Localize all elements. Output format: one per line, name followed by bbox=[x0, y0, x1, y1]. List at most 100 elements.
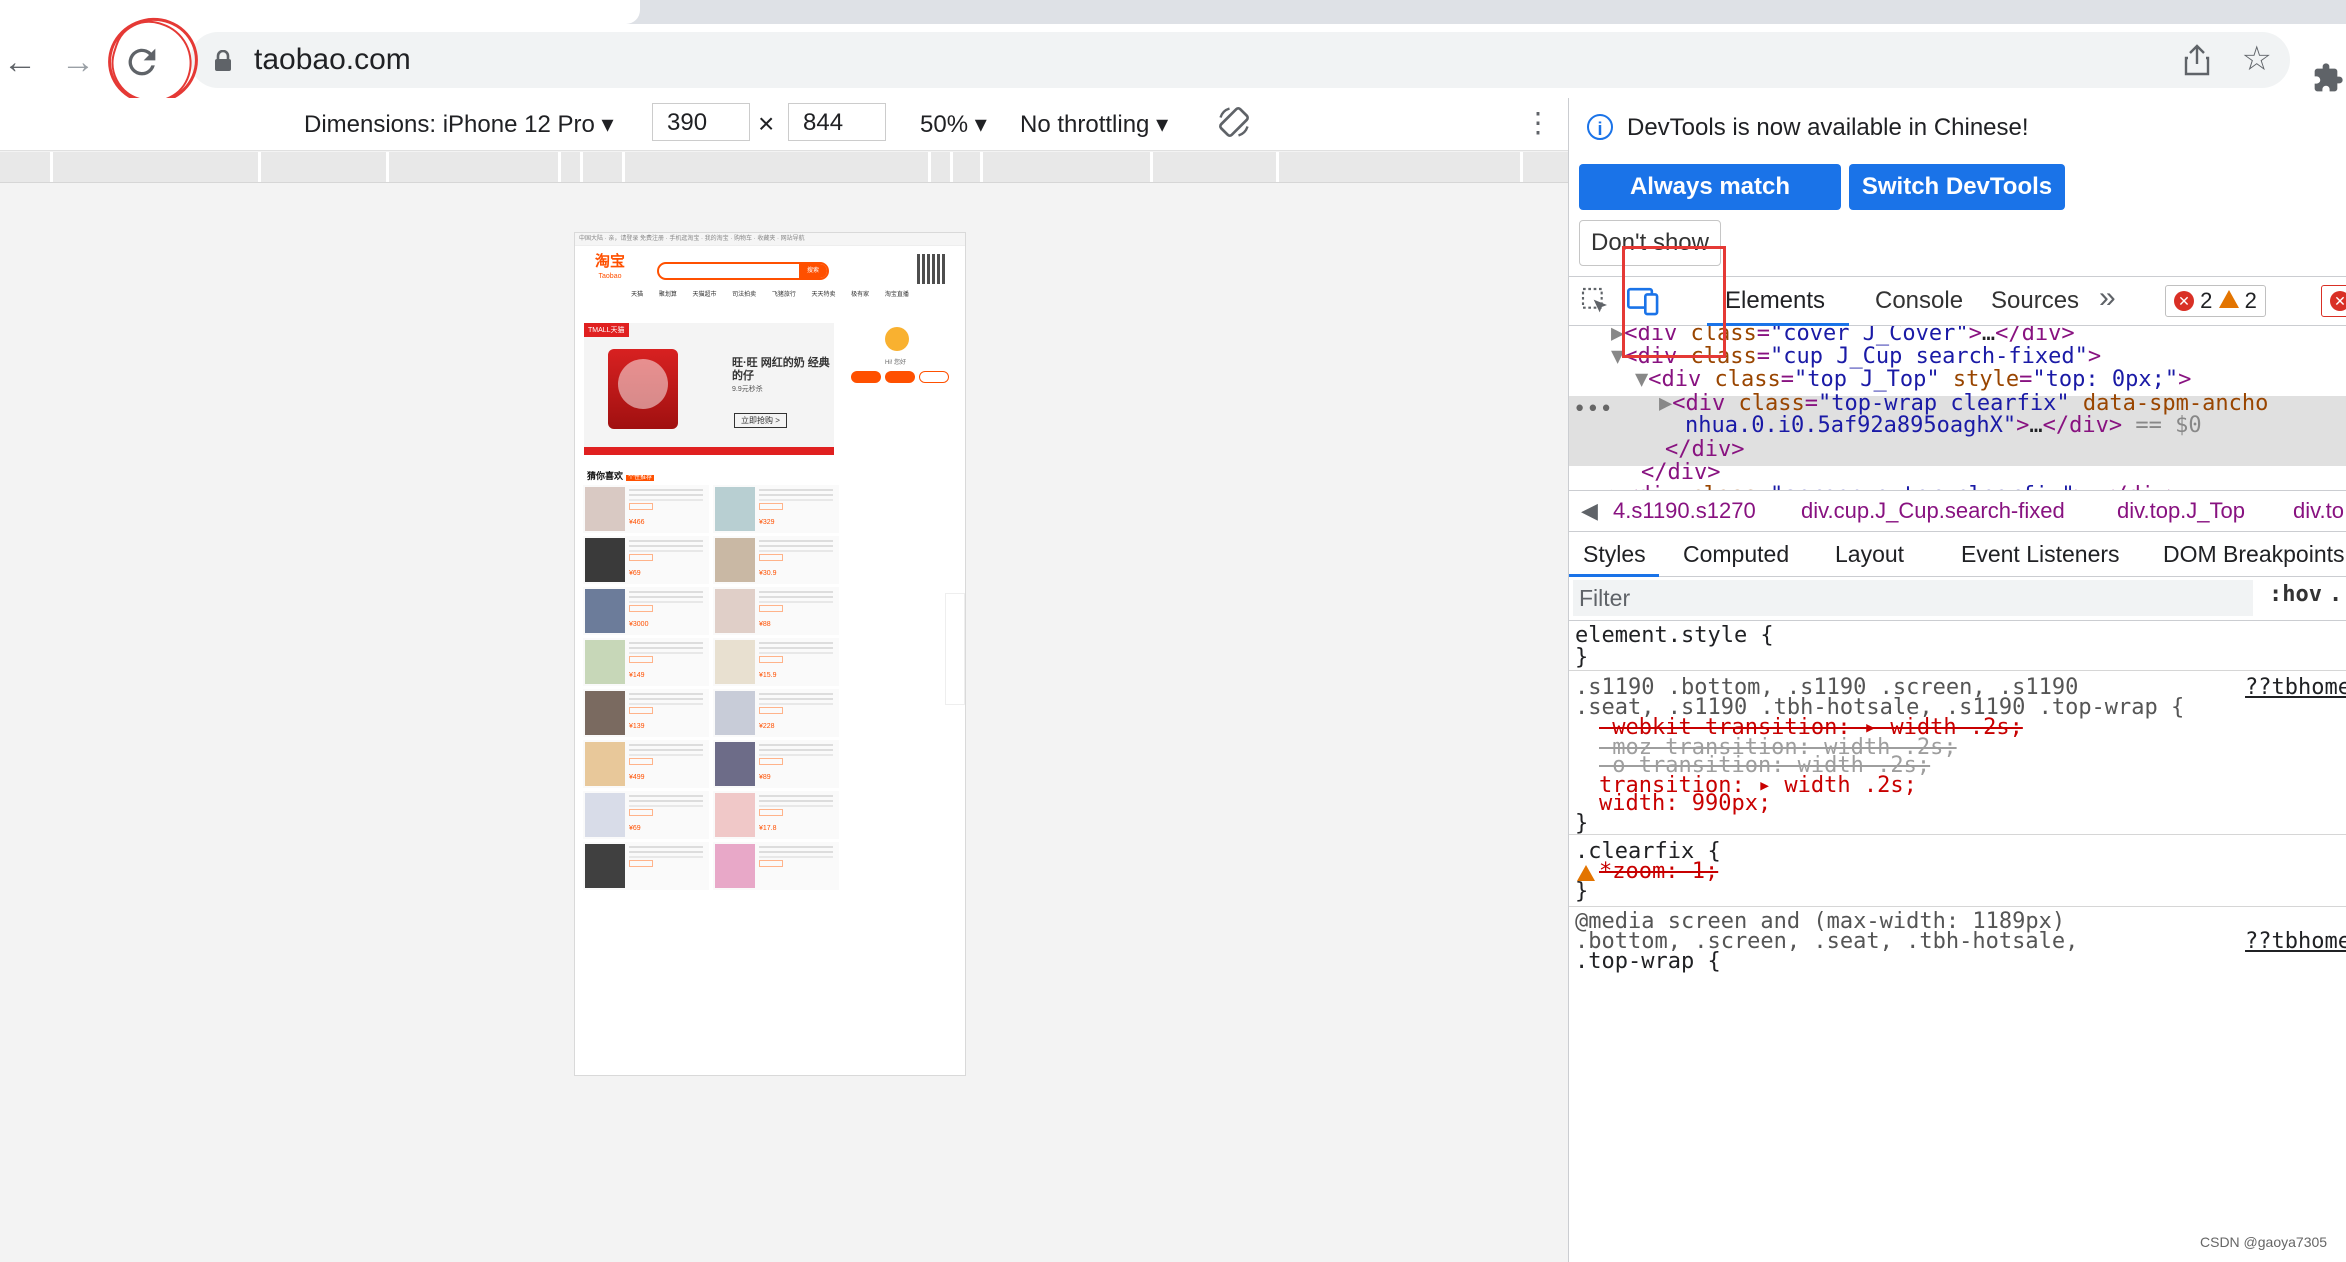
banner-product-image bbox=[608, 349, 678, 429]
address-bar[interactable]: taobao.com ☆ bbox=[190, 32, 2290, 88]
url-text[interactable]: taobao.com bbox=[254, 43, 411, 77]
close-icon[interactable]: ✕ bbox=[2321, 285, 2346, 317]
breadcrumb: ◀ 4.s1190.s1270 div.cup.J_Cup.search-fix… bbox=[1569, 490, 2346, 532]
product-price: ¥329 bbox=[759, 519, 775, 526]
product-card[interactable]: ¥69 bbox=[583, 791, 709, 839]
product-card[interactable]: ¥149 bbox=[583, 638, 709, 686]
style-rule[interactable]: .clearfix { *zoom: 1; } bbox=[1569, 836, 2346, 907]
hover-state-toggle[interactable]: :hov bbox=[2269, 582, 2322, 607]
switch-to-chinese-button[interactable]: Switch DevTools to Chinese bbox=[1849, 164, 2065, 246]
tab-elements[interactable]: Elements bbox=[1725, 287, 1825, 315]
css-property[interactable]: *zoom: 1; bbox=[1599, 861, 1718, 883]
node-more-icon[interactable]: ••• bbox=[1573, 398, 1613, 422]
height-input[interactable]: 844 bbox=[788, 103, 886, 141]
puzzle-icon[interactable] bbox=[2312, 62, 2344, 102]
star-icon[interactable]: ☆ bbox=[2242, 42, 2272, 76]
product-card[interactable]: ¥499 bbox=[583, 740, 709, 788]
product-card[interactable]: ¥3000 bbox=[583, 587, 709, 635]
product-card[interactable] bbox=[583, 842, 709, 890]
style-rule[interactable]: element.style { } bbox=[1569, 620, 2346, 671]
product-price: ¥149 bbox=[629, 672, 645, 679]
product-tag bbox=[759, 656, 783, 663]
dom-node-selected[interactable]: ▶<div class="top-wrap clearfix" data-spm… bbox=[1659, 392, 2268, 416]
tab-sources[interactable]: Sources bbox=[1991, 287, 2079, 315]
share-icon[interactable] bbox=[2184, 44, 2210, 81]
phone-search-box[interactable]: 搜索 bbox=[657, 262, 829, 280]
issues-counter[interactable]: ✕ 2 2 bbox=[2165, 285, 2266, 317]
product-card[interactable]: ¥17.8 bbox=[713, 791, 839, 839]
dom-node[interactable]: ▼<div class="top J_Top" style="top: 0px;… bbox=[1635, 368, 2191, 392]
product-image bbox=[585, 589, 625, 633]
always-match-language-button[interactable]: Always match Chrome's language bbox=[1579, 164, 1841, 246]
product-tag bbox=[759, 758, 783, 765]
breadcrumb-item[interactable]: div.to bbox=[2293, 491, 2344, 531]
subtab-styles[interactable]: Styles bbox=[1583, 532, 1646, 576]
product-card[interactable]: ¥139 bbox=[583, 689, 709, 737]
phone-preview[interactable]: 中国大陆 · 亲，请登录 免费注册 · 手机逛淘宝 · 我的淘宝 · 购物车 ·… bbox=[574, 232, 966, 1076]
product-card[interactable]: ¥228 bbox=[713, 689, 839, 737]
dom-close-tag: </div> bbox=[1641, 460, 1721, 485]
product-image bbox=[585, 538, 625, 582]
phone-nav[interactable]: 天猫 聚划算 天猫超市 司法拍卖 飞猪旅行 天天特卖 极有家 淘宝直播 bbox=[575, 288, 965, 302]
media-query-bar[interactable] bbox=[0, 152, 1568, 183]
subtab-layout[interactable]: Layout bbox=[1835, 532, 1904, 576]
product-tag bbox=[759, 809, 783, 816]
rule-source-link[interactable]: ??tbhome bbox=[2245, 931, 2346, 953]
inspect-element-icon[interactable] bbox=[1579, 285, 1611, 324]
breadcrumb-scroll-left-icon[interactable]: ◀ bbox=[1581, 491, 1598, 531]
active-tab[interactable] bbox=[0, 0, 640, 24]
register-pill[interactable] bbox=[885, 371, 915, 383]
more-tabs-icon[interactable]: » bbox=[2099, 281, 2116, 315]
logo-text: 淘宝 bbox=[595, 253, 626, 270]
product-image bbox=[715, 538, 755, 582]
width-input[interactable]: 390 bbox=[652, 103, 750, 141]
style-rule[interactable]: @media screen and (max-width: 1189px) .b… bbox=[1569, 908, 2346, 988]
arrow-left-icon[interactable]: ← bbox=[0, 42, 40, 82]
rotate-icon[interactable] bbox=[1216, 104, 1252, 147]
banner-text: 旺·旺 网红的奶 经典的仔 9.9元秒杀 bbox=[732, 357, 834, 396]
throttling-dropdown[interactable]: No throttling ▾ bbox=[1020, 110, 1168, 139]
product-card[interactable]: ¥69 bbox=[583, 536, 709, 584]
product-title-lines bbox=[629, 591, 703, 593]
times-sign: × bbox=[758, 108, 775, 139]
product-card[interactable] bbox=[713, 842, 839, 890]
tab-console[interactable]: Console bbox=[1875, 287, 1963, 315]
breadcrumb-item[interactable]: div.top.J_Top bbox=[2117, 491, 2245, 531]
product-title-lines bbox=[759, 744, 833, 746]
class-toggle[interactable]: . bbox=[2329, 582, 2342, 607]
product-card[interactable]: ¥88 bbox=[713, 587, 839, 635]
dimensions-dropdown[interactable]: Dimensions: iPhone 12 Pro ▾ bbox=[304, 110, 614, 139]
phone-search-button[interactable]: 搜索 bbox=[799, 264, 827, 278]
product-card[interactable]: ¥466 bbox=[583, 485, 709, 533]
dimensions-label: Dimensions: iPhone 12 Pro bbox=[304, 111, 595, 138]
style-rule[interactable]: .s1190 .bottom, .s1190 .screen, .s1190 .… bbox=[1569, 672, 2346, 835]
product-card[interactable]: ¥89 bbox=[713, 740, 839, 788]
product-image bbox=[715, 487, 755, 531]
rule-source-link[interactable]: ??tbhome bbox=[2245, 677, 2346, 699]
product-card[interactable]: ¥15.9 bbox=[713, 638, 839, 686]
product-card[interactable]: ¥329 bbox=[713, 485, 839, 533]
breadcrumb-item[interactable]: div.cup.J_Cup.search-fixed bbox=[1801, 491, 2065, 531]
zoom-dropdown[interactable]: 50% ▾ bbox=[920, 110, 987, 139]
subtab-dom-breakpoints[interactable]: DOM Breakpoints bbox=[2163, 532, 2345, 576]
product-card[interactable]: ¥30.9 bbox=[713, 536, 839, 584]
taobao-logo[interactable]: 淘宝 Taobao bbox=[595, 254, 625, 284]
css-property[interactable]: width: 990px; bbox=[1599, 793, 1771, 815]
subtab-event-listeners[interactable]: Event Listeners bbox=[1961, 532, 2120, 576]
subtab-computed[interactable]: Computed bbox=[1683, 532, 1789, 576]
styles-subtabs: Styles Computed Layout Event Listeners D… bbox=[1569, 532, 2346, 577]
arrow-right-icon[interactable]: → bbox=[58, 42, 98, 82]
phone-side-rail[interactable] bbox=[945, 593, 965, 705]
info-icon: i bbox=[1587, 114, 1613, 140]
styles-filter-input[interactable]: Filter bbox=[1573, 580, 2253, 616]
banner-button[interactable]: 立即抢购 > bbox=[734, 413, 787, 428]
login-pill[interactable] bbox=[851, 371, 881, 383]
product-tag bbox=[629, 860, 653, 867]
promo-banner[interactable]: TMALL天猫 旺·旺 网红的奶 经典的仔 9.9元秒杀 立即抢购 > bbox=[584, 323, 834, 455]
dom-node-selected-cont[interactable]: nhua.0.i0.5af92a895oaghX">…</div> == $0 bbox=[1685, 414, 2202, 438]
device-toolbar: Dimensions: iPhone 12 Pro ▾ 390 × 844 50… bbox=[0, 98, 1568, 151]
breadcrumb-item[interactable]: 4.s1190.s1270 bbox=[1613, 491, 1756, 531]
more-options-icon[interactable]: ⋮ bbox=[1524, 106, 1552, 139]
rule-selector: .top-wrap { bbox=[1575, 949, 1721, 974]
shop-pill[interactable] bbox=[919, 371, 949, 383]
